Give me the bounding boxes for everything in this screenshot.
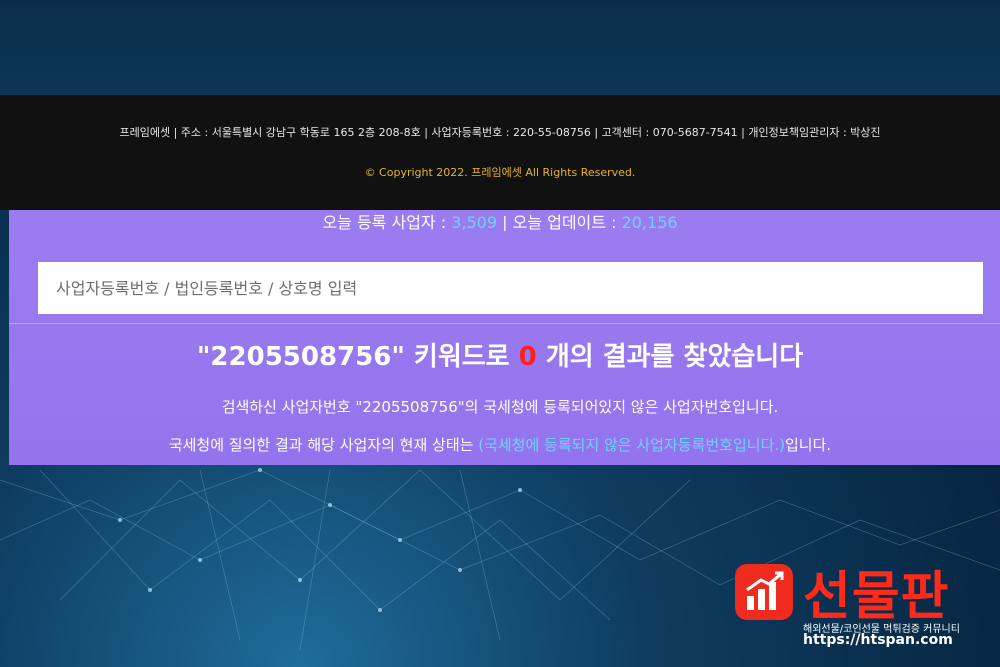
today-stats: 오늘 등록 사업자 : 3,509 | 오늘 업데이트 : 20,156 — [0, 209, 1000, 231]
footer-company-info: 프레임에셋 | 주소 : 서울특별시 강남구 학동로 165 2층 208-8호… — [119, 126, 881, 139]
status-value: (국세청에 등록되지 않은 사업자등록번호입니다.) — [478, 436, 785, 454]
today-updated-value: 20,156 — [621, 213, 678, 231]
today-updated-label: 오늘 업데이트 : — [512, 213, 622, 231]
business-search-input[interactable] — [38, 262, 983, 314]
result-status: 국세청에 질의한 결과 해당 사업자의 현재 상태는 (국세청에 등록되지 않은… — [0, 434, 1000, 455]
site-footer — [0, 95, 1000, 210]
result-title-suffix: 개의 결과를 찾았습니다 — [536, 342, 804, 372]
today-registered-value: 3,509 — [451, 213, 498, 231]
status-suffix: 입니다. — [785, 436, 832, 454]
result-title-prefix: "2205508756" 키워드로 — [196, 342, 519, 372]
site-logo[interactable]: 선물판 해외선물/코인선물 먹튀검증 커뮤니티 https://htspan.c… — [733, 556, 988, 656]
result-count: 0 — [518, 342, 537, 372]
result-description: 검색하신 사업자번호 "2205508756"의 국세청에 등록되어있지 않은 … — [221, 398, 779, 416]
chart-up-icon — [735, 564, 793, 620]
result-title: "2205508756" 키워드로 0 개의 결과를 찾았습니다 — [0, 336, 1000, 373]
footer-copyright: © Copyright 2022. 프레임에셋 All Rights Reser… — [364, 166, 636, 179]
top-background-band — [0, 0, 1000, 95]
stats-separator: | — [497, 213, 513, 231]
logo-name: 선물판 — [803, 567, 950, 627]
today-registered-label: 오늘 등록 사업자 : — [322, 213, 452, 231]
panel-divider — [9, 323, 1000, 324]
logo-url[interactable]: https://htspan.com — [803, 632, 953, 648]
status-prefix: 국세청에 질의한 결과 해당 사업자의 현재 상태는 — [168, 436, 479, 454]
